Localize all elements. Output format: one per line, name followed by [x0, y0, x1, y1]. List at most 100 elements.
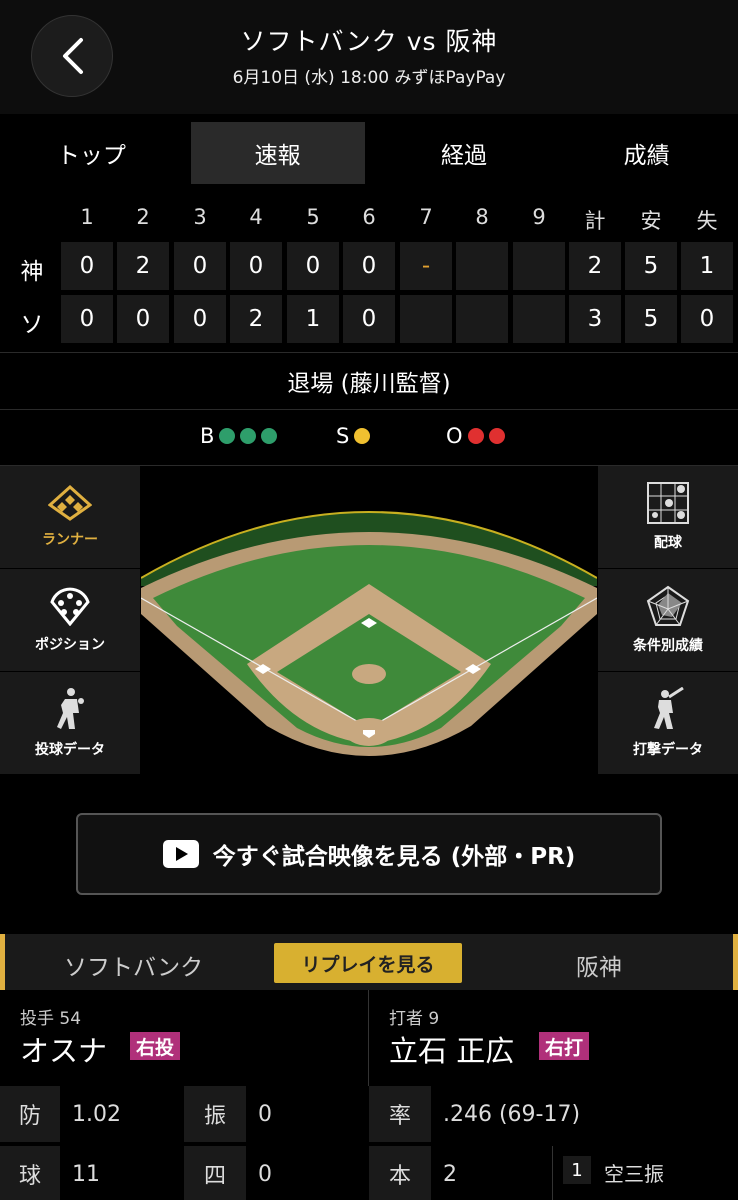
- out-label: O: [446, 424, 463, 448]
- inning-header: 7: [419, 205, 433, 229]
- stat-value: 0: [258, 1101, 272, 1127]
- watch-video-button[interactable]: 今すぐ試合映像を見る (外部・PR): [76, 813, 662, 895]
- inning-score: 0: [343, 242, 395, 290]
- stat-value: 2: [443, 1161, 457, 1187]
- hits-header: 安: [640, 209, 662, 233]
- runner-button[interactable]: ランナー: [0, 466, 140, 568]
- inning-score: 0: [174, 295, 226, 343]
- total-runs: 2: [569, 242, 621, 290]
- out-indicator: [488, 428, 505, 444]
- position-circle-icon: [50, 587, 90, 626]
- play-icon: [162, 840, 199, 868]
- pitcher-panel: 投手 54 オスナ 右投: [0, 990, 368, 1086]
- count-display: B S O: [0, 410, 738, 466]
- split-stats-button[interactable]: 条件別成績: [598, 569, 738, 671]
- inning-header: 9: [532, 205, 546, 229]
- away-team-tab[interactable]: 阪神: [576, 948, 622, 982]
- total-hits: 5: [625, 295, 677, 343]
- pitcher-role: 投手 54: [20, 1009, 82, 1029]
- game-info: 6月10日 (水) 18:00 みずほPayPay: [232, 68, 506, 88]
- pitch-location-button[interactable]: 配球: [598, 466, 738, 568]
- strike-indicator: [354, 428, 371, 444]
- runner-diamond-icon: [48, 485, 92, 521]
- throwing-hand-badge: 右投: [130, 1032, 181, 1060]
- inning-score: 2: [117, 242, 169, 290]
- stat-label: 四: [184, 1146, 246, 1200]
- inning-header: 8: [475, 205, 489, 229]
- strike-label: S: [336, 424, 350, 448]
- inning-score: 0: [61, 242, 113, 290]
- batter-panel: 打者 9 立石 正広 右打: [369, 990, 738, 1086]
- inning-header: 1: [80, 205, 94, 229]
- inning-header: 3: [193, 205, 207, 229]
- pitcher-icon: [57, 688, 84, 729]
- total-errors: 0: [681, 295, 733, 343]
- tab-stats[interactable]: 成績: [555, 122, 738, 184]
- inning-score: 2: [230, 295, 282, 343]
- stat-value: .246 (69-17): [443, 1101, 581, 1127]
- stat-label: 本: [369, 1146, 431, 1200]
- stat-label: 振: [184, 1086, 246, 1142]
- tab-live[interactable]: 速報: [190, 122, 365, 184]
- stat-value: 1.02: [72, 1101, 121, 1127]
- pitching-data-button[interactable]: 投球データ: [0, 672, 140, 774]
- menu-label: ポジション: [35, 637, 105, 653]
- inning-score: [513, 295, 565, 343]
- inning-score: 0: [174, 242, 226, 290]
- team-abbr: 神: [20, 259, 44, 285]
- baseball-field: [141, 466, 597, 774]
- ball-label: B: [200, 424, 215, 448]
- inning-score: -: [400, 242, 452, 290]
- inning-score: 0: [343, 295, 395, 343]
- game-status-text: 退場 (藤川監督): [287, 371, 451, 397]
- total-hits: 5: [625, 242, 677, 290]
- page-title: ソフトバンク vs 阪神: [240, 27, 498, 56]
- ball-indicator: [240, 428, 257, 444]
- accent-bar: [0, 934, 5, 990]
- pitch-grid-icon: [647, 482, 689, 524]
- stat-row: 防 1.02 振 0 率 .246 (69-17): [0, 1086, 738, 1142]
- inning-header: 5: [306, 205, 320, 229]
- score-row-away: 神 0 2 0 0 0 0 - 2 5 1: [0, 242, 738, 292]
- ball-indicator: [219, 428, 236, 444]
- batter-name[interactable]: 立石 正広: [389, 1028, 514, 1070]
- inning-score: 0: [61, 295, 113, 343]
- inning-score: [456, 295, 508, 343]
- inning-header: 4: [249, 205, 263, 229]
- menu-label: 配球: [654, 535, 682, 551]
- tab-top[interactable]: トップ: [0, 122, 183, 184]
- tab-bar: トップ 速報 経過 成績: [0, 122, 738, 184]
- inning-score: [456, 242, 508, 290]
- total-header: 計: [584, 209, 606, 233]
- replay-button[interactable]: リプレイを見る: [274, 943, 462, 983]
- total-runs: 3: [569, 295, 621, 343]
- inning-score: 0: [287, 242, 339, 290]
- batting-data-button[interactable]: 打撃データ: [598, 672, 738, 774]
- menu-label: ランナー: [42, 532, 98, 548]
- stat-value: 0: [258, 1161, 272, 1187]
- radar-chart-icon: [646, 585, 690, 626]
- inning-header: 6: [362, 205, 376, 229]
- accent-bar: [733, 934, 738, 990]
- header: ソフトバンク vs 阪神 6月10日 (水) 18:00 みずほPayPay: [0, 0, 738, 114]
- team-abbr: ソ: [20, 312, 44, 338]
- home-team-tab[interactable]: ソフトバンク: [64, 948, 203, 982]
- menu-label: 打撃データ: [633, 742, 703, 758]
- inning-score: 1: [287, 295, 339, 343]
- divider: [552, 1146, 553, 1200]
- inning-score: [513, 242, 565, 290]
- menu-label: 投球データ: [35, 742, 105, 758]
- pitcher-name[interactable]: オスナ: [20, 1028, 107, 1070]
- inning-score: 0: [117, 295, 169, 343]
- field-area: ランナー ポジション 投球データ 配球 条件別成績 打撃データ: [0, 466, 738, 774]
- batter-icon: [654, 687, 684, 729]
- stat-value: 11: [72, 1161, 100, 1187]
- inning-score: 0: [230, 242, 282, 290]
- ball-count: B: [200, 424, 278, 448]
- stat-label: 防: [0, 1086, 60, 1142]
- position-button[interactable]: ポジション: [0, 569, 140, 671]
- tab-progress[interactable]: 経過: [373, 122, 556, 184]
- stat-row: 球 11 四 0 本 2 1 空三振: [0, 1146, 738, 1200]
- ball-indicator: [261, 428, 278, 444]
- at-bat-result: 空三振: [604, 1162, 664, 1186]
